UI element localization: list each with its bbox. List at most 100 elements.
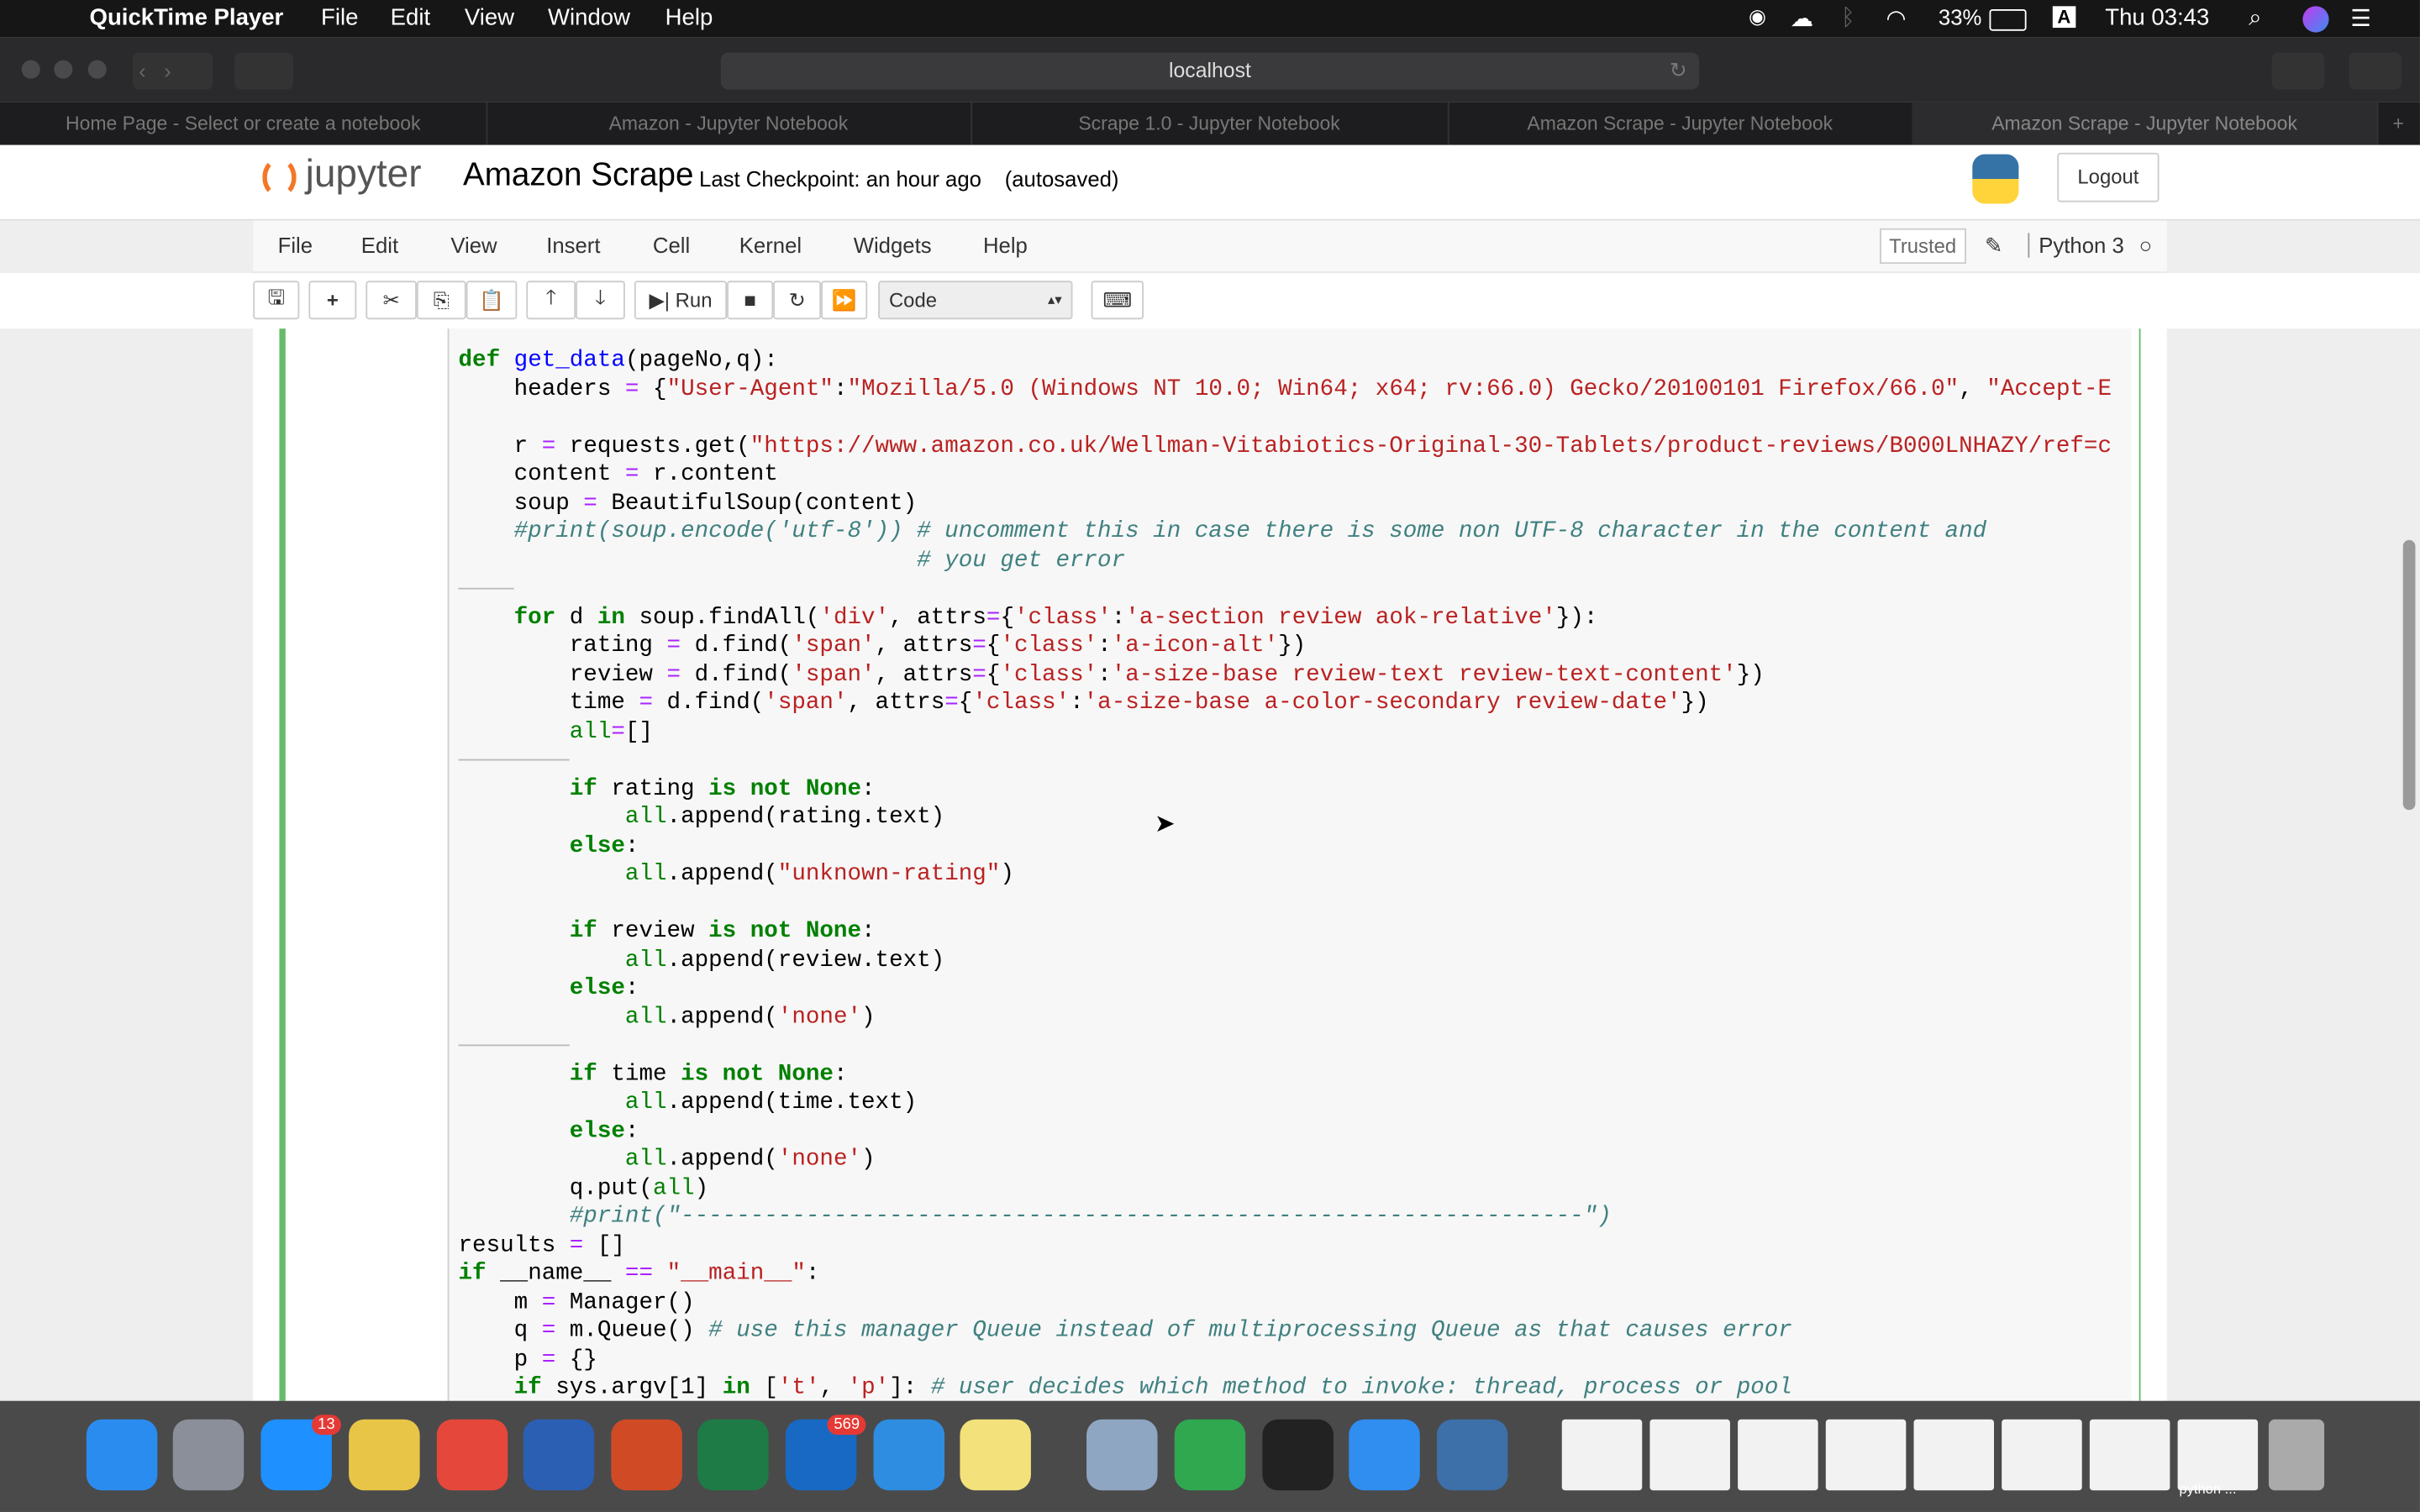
dock-minimized-window[interactable] bbox=[1825, 1419, 1907, 1491]
jupyter-logo-text[interactable]: jupyter bbox=[306, 153, 422, 197]
menu-help[interactable]: Help bbox=[666, 5, 713, 31]
move-down-icon[interactable]: 🡓 bbox=[576, 281, 625, 320]
code-line: def get_data(pageNo,q): bbox=[458, 347, 2112, 375]
dock-outlook-icon[interactable]: 569 bbox=[785, 1415, 866, 1491]
insert-cell-icon[interactable]: + bbox=[308, 281, 357, 320]
dock-excel-icon[interactable] bbox=[697, 1419, 769, 1491]
restart-run-all-icon[interactable]: ⏩ bbox=[821, 281, 868, 320]
dock-minimized-window[interactable] bbox=[2089, 1419, 2170, 1491]
trusted-indicator[interactable]: Trusted bbox=[1880, 228, 1966, 265]
close-window-button[interactable] bbox=[21, 60, 40, 79]
menu-file[interactable]: File bbox=[321, 5, 358, 31]
clock[interactable]: Thu 03:43 bbox=[2105, 5, 2209, 31]
new-tab-button[interactable]: + bbox=[2377, 102, 2420, 145]
code-token: = bbox=[541, 1346, 556, 1373]
run-button[interactable]: ▶| Run bbox=[634, 281, 728, 320]
notebook-title[interactable]: Amazon Scrape bbox=[463, 157, 693, 194]
dock-activity-icon[interactable] bbox=[1174, 1419, 1246, 1491]
address-bar[interactable]: localhost ↻ bbox=[720, 52, 1700, 90]
code-token: : bbox=[805, 1260, 820, 1287]
code-line: rating = d.find('span', attrs={'class':'… bbox=[458, 633, 2112, 661]
cloud-icon[interactable]: ☁ bbox=[1791, 5, 1814, 32]
nb-menu-edit[interactable]: Edit bbox=[361, 233, 398, 257]
menu-window[interactable]: Window bbox=[548, 5, 630, 31]
dock-finder-icon[interactable] bbox=[86, 1419, 158, 1491]
dock-minimized-window[interactable] bbox=[1561, 1419, 1643, 1491]
battery-percent[interactable]: 33% bbox=[1939, 5, 1981, 29]
code-token: is not None bbox=[708, 774, 862, 802]
dock-quicktime-icon[interactable] bbox=[1436, 1419, 1508, 1491]
dock-minimized-window[interactable] bbox=[1913, 1419, 1995, 1491]
dock-trash-icon[interactable] bbox=[2268, 1419, 2325, 1491]
code-content[interactable]: def get_data(pageNo,q): headers = {"User… bbox=[458, 347, 2112, 1403]
dock-minimized-window[interactable] bbox=[2002, 1419, 2082, 1491]
dock-launchpad-icon[interactable] bbox=[172, 1419, 245, 1491]
page-scrollbar[interactable] bbox=[2402, 539, 2416, 811]
dock-terminal-icon[interactable] bbox=[1262, 1419, 1334, 1491]
reload-icon[interactable]: ↻ bbox=[1670, 52, 1687, 89]
siri-icon[interactable] bbox=[2302, 6, 2329, 33]
code-token: : bbox=[1111, 604, 1126, 631]
dock-preview-icon[interactable] bbox=[1086, 1419, 1158, 1491]
share-icon[interactable] bbox=[2271, 52, 2325, 90]
dock-powerpoint-icon[interactable] bbox=[611, 1419, 682, 1491]
input-source[interactable]: A bbox=[2052, 6, 2075, 29]
tab-amazon[interactable]: Amazon - Jupyter Notebook bbox=[487, 102, 973, 145]
cell-type-select[interactable]: Code ▴▾ bbox=[878, 281, 1073, 320]
record-icon[interactable]: ◉ bbox=[1749, 5, 1766, 29]
dock-app-store-icon[interactable]: 13 bbox=[260, 1415, 341, 1491]
tab-scrape[interactable]: Scrape 1.0 - Jupyter Notebook bbox=[971, 102, 1449, 145]
nb-menu-file[interactable]: File bbox=[278, 233, 313, 257]
code-token: all bbox=[569, 717, 612, 745]
notification-center-icon[interactable]: ☰ bbox=[2350, 5, 2371, 32]
code-token: .append(review.text) bbox=[666, 946, 945, 974]
back-forward-buttons[interactable]: ‹ › bbox=[132, 52, 213, 90]
nb-menu-insert[interactable]: Insert bbox=[546, 233, 600, 257]
nb-menu-view[interactable]: View bbox=[450, 233, 497, 257]
code-token: = bbox=[986, 604, 1001, 631]
copy-icon[interactable]: ⎘ bbox=[416, 281, 466, 320]
dock-safari-icon[interactable] bbox=[1349, 1419, 1420, 1491]
spotlight-icon[interactable]: ⌕ bbox=[2249, 5, 2261, 31]
wifi-icon[interactable]: ◠ bbox=[1886, 5, 1906, 32]
nb-menu-cell[interactable]: Cell bbox=[653, 233, 690, 257]
dock-onedrive-icon[interactable] bbox=[873, 1419, 945, 1491]
dock-minimized-window[interactable] bbox=[1738, 1419, 1818, 1491]
interrupt-icon[interactable]: ■ bbox=[727, 281, 774, 320]
tabs-overview-icon[interactable] bbox=[2349, 52, 2402, 90]
menu-view[interactable]: View bbox=[465, 5, 514, 31]
dock-minimized-window[interactable] bbox=[2177, 1419, 2259, 1491]
dock-python-launcher-icon[interactable] bbox=[349, 1419, 420, 1491]
dock-chrome-icon[interactable] bbox=[436, 1419, 508, 1491]
battery-icon[interactable] bbox=[1989, 9, 2027, 31]
menu-edit[interactable]: Edit bbox=[391, 5, 430, 31]
tab-amazon-scrape-active[interactable]: Amazon Scrape - Jupyter Notebook bbox=[1912, 102, 2379, 145]
jupyter-logo-icon[interactable] bbox=[262, 157, 297, 198]
logout-button[interactable]: Logout bbox=[2057, 152, 2160, 202]
code-token: : bbox=[1097, 633, 1112, 659]
app-name[interactable]: QuickTime Player bbox=[90, 5, 284, 31]
dock-minimized-window[interactable] bbox=[1649, 1419, 1730, 1491]
save-icon[interactable]: 🖫 bbox=[253, 281, 300, 320]
minimize-window-button[interactable] bbox=[54, 60, 73, 79]
code-token: time bbox=[458, 690, 639, 717]
nb-menu-help[interactable]: Help bbox=[983, 233, 1028, 257]
tab-amazon-scrape[interactable]: Amazon Scrape - Jupyter Notebook bbox=[1448, 102, 1914, 145]
nb-menu-widgets[interactable]: Widgets bbox=[854, 233, 932, 257]
tab-home[interactable]: Home Page - Select or create a notebook bbox=[0, 102, 488, 145]
code-token: ) bbox=[1000, 860, 1014, 888]
cut-icon[interactable]: ✂ bbox=[366, 281, 417, 320]
restart-icon[interactable]: ↻ bbox=[773, 281, 822, 320]
nb-menu-kernel[interactable]: Kernel bbox=[739, 233, 802, 257]
dock-stickies-icon[interactable] bbox=[960, 1419, 1031, 1491]
dock-word-icon[interactable] bbox=[523, 1419, 595, 1491]
zoom-window-button[interactable] bbox=[87, 60, 107, 79]
paste-icon[interactable]: 📋 bbox=[466, 281, 518, 320]
code-token: { bbox=[639, 375, 667, 402]
bluetooth-icon[interactable]: ᛒ bbox=[1841, 5, 1855, 31]
keyboard-shortcuts-icon[interactable]: ⌨ bbox=[1091, 281, 1144, 320]
sidebar-toggle-icon[interactable] bbox=[234, 52, 293, 90]
move-up-icon[interactable]: 🡑 bbox=[526, 281, 576, 320]
kernel-name[interactable]: Python 3 bbox=[2028, 233, 2124, 258]
